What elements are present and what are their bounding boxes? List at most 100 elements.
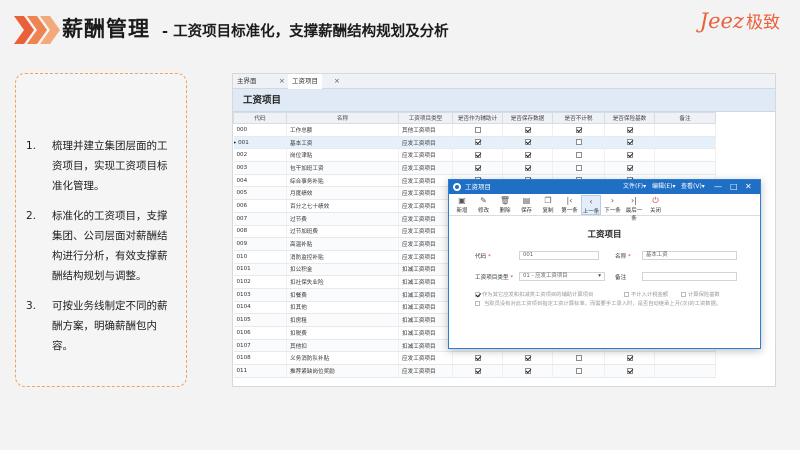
cell-name: 过节费 bbox=[286, 212, 399, 226]
remark-input[interactable] bbox=[642, 272, 737, 281]
toolbar-button[interactable]: ›| 最后一条 bbox=[624, 195, 644, 222]
toolbar-button[interactable]: |‹ 第一条 bbox=[560, 195, 580, 214]
table-row[interactable]: 003 包干加班工资 应发工资项目 bbox=[233, 161, 716, 175]
checkbox-icon[interactable] bbox=[626, 139, 633, 146]
column-header[interactable]: 名称 bbox=[286, 112, 399, 124]
toolbar-icon: |‹ bbox=[566, 196, 573, 205]
cell-code: 0101 bbox=[233, 263, 287, 277]
checkbox-icon[interactable] bbox=[575, 139, 582, 146]
checkbox-icon[interactable] bbox=[524, 126, 531, 133]
toolbar-button[interactable]: ▤ 保存 bbox=[517, 195, 537, 214]
menu-file[interactable]: 文件(F)▾ bbox=[623, 180, 646, 194]
cell-checkbox bbox=[552, 123, 605, 137]
cell-code: 009 bbox=[233, 237, 287, 251]
checkbox-icon[interactable] bbox=[575, 151, 582, 158]
cell-code: 007 bbox=[233, 212, 287, 226]
cell-type: 应发工资项目 bbox=[398, 225, 453, 239]
column-header[interactable]: 是否不计税 bbox=[552, 112, 605, 124]
tab-bar: 主界面 × 工资项目 × bbox=[233, 74, 775, 89]
column-header[interactable]: 是否保存数据 bbox=[502, 112, 553, 124]
toolbar-button[interactable]: 🗑 删除 bbox=[495, 195, 515, 214]
cell-checkbox bbox=[452, 136, 503, 150]
cell-name: 扣餐费 bbox=[286, 288, 399, 302]
toolbar-label: 最后一条 bbox=[625, 208, 643, 222]
checkbox-icon[interactable] bbox=[575, 367, 582, 374]
toolbar-button[interactable]: ▣ 新增 bbox=[452, 195, 472, 214]
minimize-icon[interactable]: — bbox=[714, 180, 722, 194]
checkbox-icon[interactable] bbox=[474, 367, 481, 374]
toolbar-label: 保存 bbox=[520, 208, 532, 214]
tab-home[interactable]: 主界面 bbox=[233, 74, 261, 89]
brand-cn: 极致 bbox=[746, 13, 780, 33]
type-select[interactable]: 01 - 应发工资项目 ▾ bbox=[519, 272, 605, 281]
checkbox-icon[interactable] bbox=[524, 164, 531, 171]
checkbox-icon[interactable] bbox=[524, 354, 531, 361]
note-number: 3. bbox=[26, 300, 37, 312]
checkbox-icon[interactable] bbox=[575, 164, 582, 171]
toolbar-label: 关闭 bbox=[649, 208, 661, 214]
toolbar-button[interactable]: ⏻ 关闭 bbox=[646, 195, 666, 214]
checkbox-icon[interactable] bbox=[474, 139, 481, 146]
table-row[interactable]: 011 推荐紧缺岗位奖励 应发工资项目 bbox=[233, 364, 716, 378]
tab-salary-items[interactable]: 工资项目 bbox=[288, 74, 322, 89]
menu-view[interactable]: 查看(V)▾ bbox=[681, 180, 705, 194]
cell-checkbox bbox=[604, 351, 655, 366]
menu-edit[interactable]: 编辑(E)▾ bbox=[652, 180, 676, 194]
cell-remark bbox=[654, 161, 716, 175]
toolbar-icon: ▤ bbox=[522, 196, 531, 205]
cell-code: 0104 bbox=[233, 301, 287, 315]
checkbox-icon[interactable] bbox=[474, 354, 481, 361]
note-item: 3. 可按业务线制定不同的薪酬方案，明确薪酬包内容。 bbox=[26, 296, 176, 356]
table-row[interactable]: 002 岗位津贴 应发工资项目 bbox=[233, 148, 716, 163]
type-label-text: 工资项目类型 bbox=[475, 275, 509, 281]
aux-checkbox[interactable]: 作为其它应发和扣减类工资项目的辅助计算项目 bbox=[475, 290, 593, 298]
code-input[interactable]: 001 bbox=[519, 251, 599, 260]
table-row[interactable]: ▸ 001 基本工资 应发工资项目 bbox=[233, 136, 716, 150]
checkbox-icon[interactable] bbox=[575, 126, 582, 133]
cell-remark bbox=[654, 123, 716, 137]
checkbox-icon[interactable] bbox=[474, 164, 481, 171]
cell-code: 003 bbox=[233, 161, 287, 175]
table-row[interactable]: 000 工作总额 其他工资项目 bbox=[233, 123, 716, 137]
column-header[interactable]: 是否作为辅助计 bbox=[452, 112, 503, 124]
checkbox-icon[interactable] bbox=[575, 354, 582, 361]
cell-type: 应发工资项目 bbox=[398, 186, 453, 201]
cell-code: 0106 bbox=[233, 326, 287, 340]
form-title: 工资项目 bbox=[587, 230, 622, 240]
toolbar-button[interactable]: ❐ 复制 bbox=[538, 195, 558, 214]
close-icon[interactable]: × bbox=[279, 74, 285, 89]
no-tax-checkbox[interactable]: 不计入计税金额 bbox=[624, 290, 668, 298]
checkbox-icon[interactable] bbox=[524, 139, 531, 146]
toolbar-label: 上一条 bbox=[582, 209, 600, 215]
toolbar-button[interactable]: ‹ 上一条 bbox=[581, 195, 601, 215]
cell-type: 扣减工资项目 bbox=[398, 313, 453, 327]
no-tax-checkbox-label: 不计入计税金额 bbox=[631, 292, 669, 298]
cell-checkbox bbox=[552, 364, 605, 378]
cell-code: ▸ 001 bbox=[233, 136, 287, 150]
checkbox-icon[interactable] bbox=[524, 367, 531, 374]
checkbox-icon[interactable] bbox=[626, 367, 633, 374]
inherit-checkbox[interactable] bbox=[475, 301, 482, 307]
toolbar-button[interactable]: ✎ 修改 bbox=[474, 195, 494, 214]
column-header[interactable]: 备注 bbox=[654, 112, 716, 124]
checkbox-icon[interactable] bbox=[474, 126, 481, 133]
maximize-icon[interactable]: □ bbox=[730, 180, 738, 194]
column-header[interactable]: 工资项目类型 bbox=[398, 112, 453, 124]
table-row[interactable]: 0108 义务消防队补贴 应发工资项目 bbox=[233, 351, 716, 366]
checkbox-icon[interactable] bbox=[524, 151, 531, 158]
toolbar-button[interactable]: › 下一条 bbox=[603, 195, 623, 214]
cell-checkbox bbox=[452, 148, 503, 163]
chevron-down-icon: ▾ bbox=[598, 273, 601, 279]
checkbox-icon[interactable] bbox=[626, 126, 633, 133]
insurance-checkbox[interactable]: 计算保险基数 bbox=[681, 290, 720, 298]
cell-checkbox bbox=[452, 364, 503, 378]
checkbox-icon[interactable] bbox=[626, 164, 633, 171]
close-icon[interactable]: × bbox=[334, 74, 340, 89]
checkbox-icon[interactable] bbox=[626, 354, 633, 361]
close-window-icon[interactable]: ✕ bbox=[745, 180, 752, 194]
checkbox-icon[interactable] bbox=[626, 151, 633, 158]
column-header[interactable]: 代码 bbox=[233, 112, 287, 124]
checkbox-icon[interactable] bbox=[474, 151, 481, 158]
name-input[interactable]: 基本工资 bbox=[642, 251, 737, 260]
column-header[interactable]: 是否保险基数 bbox=[604, 112, 655, 124]
